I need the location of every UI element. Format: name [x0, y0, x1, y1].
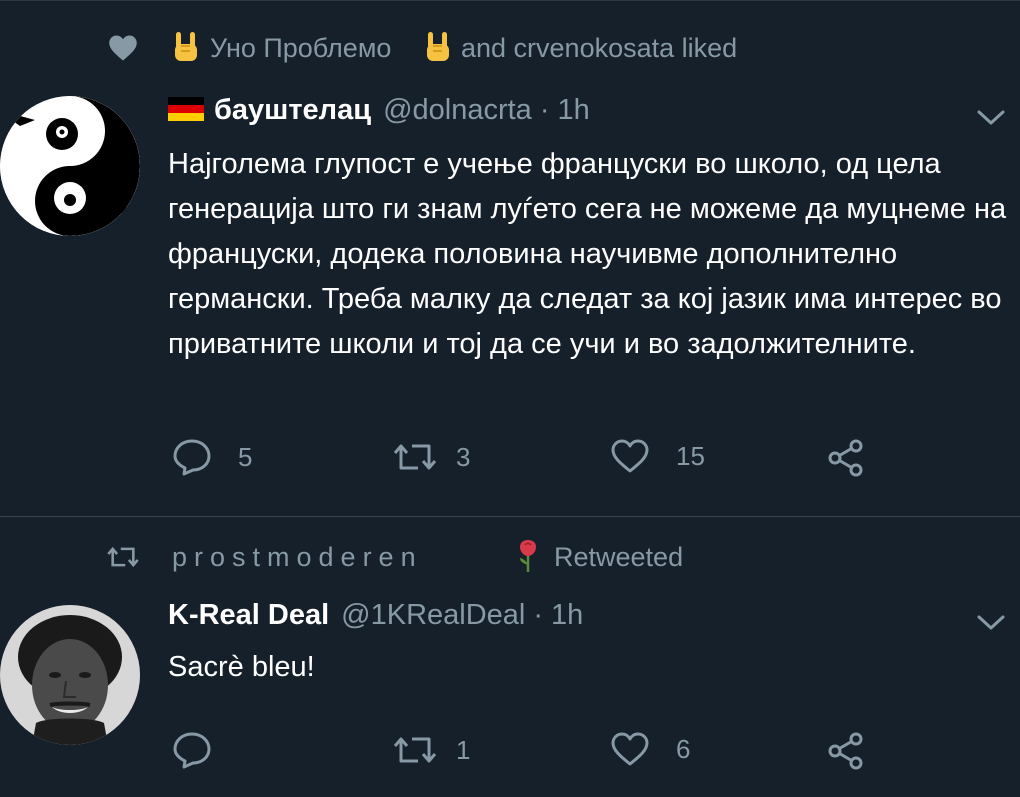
- author-name[interactable]: бауштелац: [214, 94, 371, 127]
- retweet-icon: [393, 444, 437, 470]
- retweet-count: 1: [456, 734, 471, 765]
- separator-dot: ·: [539, 94, 550, 126]
- rose-emoji-icon: [516, 539, 540, 573]
- avatar[interactable]: [0, 605, 140, 745]
- chevron-down-icon[interactable]: [976, 613, 1006, 633]
- share-icon: [828, 732, 863, 770]
- reply-icon: [173, 732, 211, 769]
- reply-count: 5: [238, 441, 253, 472]
- share-icon: [828, 439, 863, 477]
- retweet-button[interactable]: 3: [392, 438, 470, 476]
- retweet-icon: [106, 543, 140, 571]
- like-button[interactable]: 15: [610, 438, 705, 474]
- rock-hand-emoji-icon: [172, 30, 200, 64]
- author-name[interactable]: K-Real Deal: [168, 599, 329, 632]
- retweet-button[interactable]: 1: [392, 731, 470, 769]
- timeline: Уно Проблемо and crvenokosata liked бауш…: [0, 0, 1020, 797]
- tweet-text: Sacrè bleu!: [168, 651, 315, 683]
- germany-flag-icon: [168, 97, 204, 121]
- timestamp[interactable]: 1h: [557, 94, 589, 127]
- separator-dot: ·: [533, 599, 544, 631]
- rock-hand-emoji-icon: [424, 30, 452, 64]
- top-divider: [0, 0, 1020, 6]
- like-button[interactable]: 6: [610, 731, 690, 767]
- share-button[interactable]: [826, 731, 866, 771]
- author-handle[interactable]: @dolnacrta: [383, 94, 532, 127]
- retweet-icon: [393, 737, 437, 763]
- timestamp[interactable]: 1h: [551, 599, 583, 632]
- tweet-text: Најголема глупост е учење француски во ш…: [168, 148, 1007, 360]
- reply-button[interactable]: [172, 731, 238, 769]
- author-handle[interactable]: @1KRealDeal: [341, 599, 525, 632]
- social-context-label[interactable]: and crvenokosata liked: [461, 33, 737, 64]
- tweet[interactable]: prostmoderen Retweeted K-Real Deal @1KRe…: [0, 517, 1020, 797]
- action-bar: 5 3 15: [0, 438, 1020, 488]
- liker-name[interactable]: Уно Проблемо: [210, 33, 391, 64]
- heart-filled-icon: [108, 34, 138, 62]
- heart-icon: [611, 732, 649, 766]
- heart-icon: [611, 439, 649, 473]
- tweet[interactable]: Уно Проблемо and crvenokosata liked бауш…: [0, 10, 1020, 516]
- tweet-header: K-Real Deal @1KRealDeal · 1h: [168, 599, 583, 632]
- reply-icon: [173, 439, 211, 476]
- action-bar: 1 6: [0, 731, 1020, 781]
- retweeter-name[interactable]: prostmoderen: [172, 542, 423, 573]
- retweet-count: 3: [456, 441, 471, 472]
- retweeted-label: Retweeted: [554, 542, 684, 572]
- reply-button[interactable]: 5: [172, 438, 252, 476]
- avatar[interactable]: [0, 96, 140, 236]
- share-button[interactable]: [826, 438, 866, 478]
- like-count: 6: [676, 733, 691, 764]
- like-count: 15: [676, 440, 705, 471]
- chevron-down-icon[interactable]: [976, 108, 1006, 128]
- tweet-header: бауштелац @dolnacrta · 1h: [168, 94, 590, 127]
